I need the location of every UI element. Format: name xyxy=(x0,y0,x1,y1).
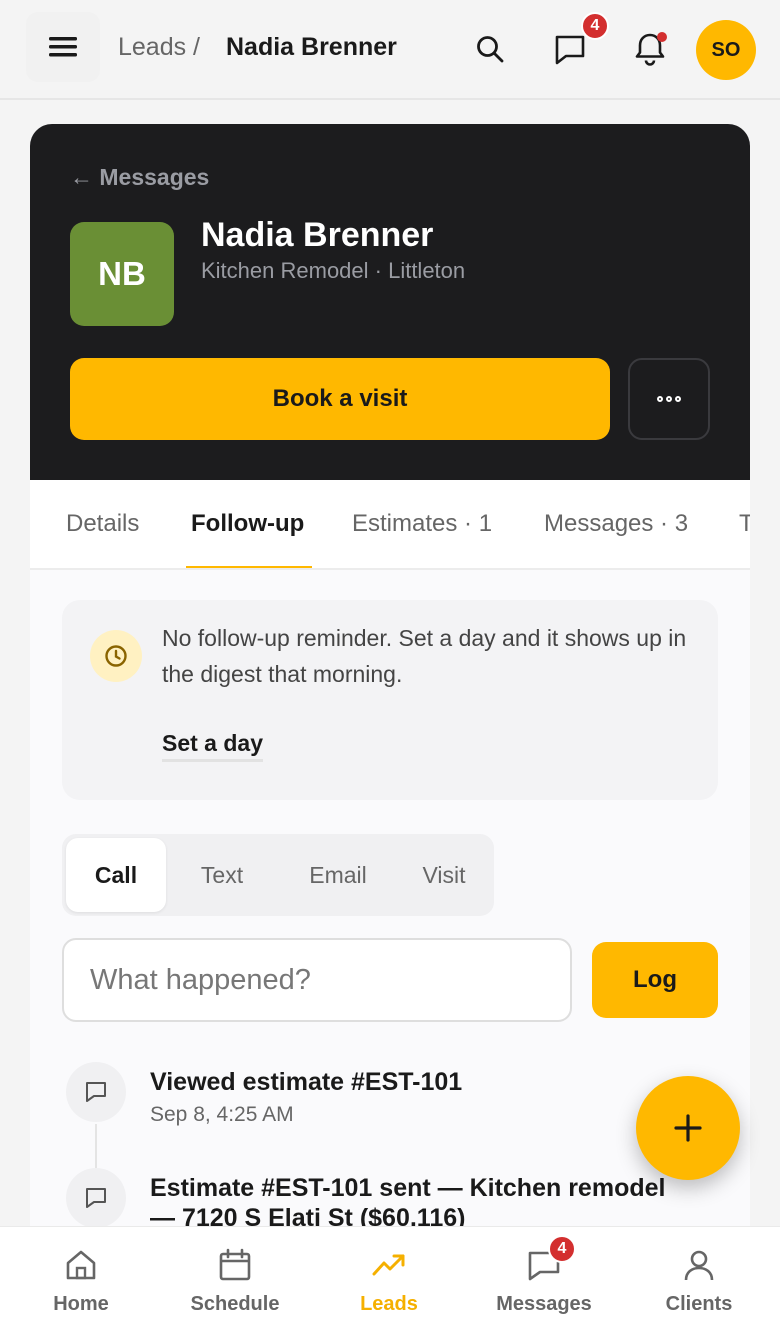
more-dots-icon xyxy=(657,396,681,402)
log-type-text[interactable]: Text xyxy=(172,838,272,912)
nav-messages-label: Messages xyxy=(496,1293,592,1315)
nav-leads[interactable]: Leads xyxy=(311,1227,467,1328)
message-icon xyxy=(86,1082,106,1102)
breadcrumb-current: Nadia Brenner xyxy=(226,33,397,61)
timeline-connector xyxy=(95,1124,97,1174)
lead-subtitle: Kitchen Remodel · Littleton xyxy=(201,258,466,283)
notifications-button[interactable] xyxy=(629,28,671,70)
timeline-item-title: Viewed estimate #EST-101 xyxy=(150,1068,463,1096)
lead-tabs: Details Follow-up Estimates · 1 Messages… xyxy=(30,480,750,570)
hamburger-icon xyxy=(49,37,77,57)
breadcrumb-leads-link[interactable]: Leads / xyxy=(118,33,200,62)
bottom-navigation: Home Schedule Leads 4 Messages Clients xyxy=(0,1226,780,1328)
nav-clients-label: Clients xyxy=(665,1293,733,1315)
search-icon xyxy=(477,36,504,63)
menu-button[interactable] xyxy=(26,12,100,82)
add-activity-fab[interactable] xyxy=(636,1076,740,1180)
nav-home[interactable]: Home xyxy=(3,1227,159,1328)
messages-badge: 4 xyxy=(581,12,609,40)
log-type-call[interactable]: Call xyxy=(66,838,166,912)
reminder-message: No follow-up reminder. Set a day and it … xyxy=(162,625,687,687)
tab-overflow[interactable]: T xyxy=(739,510,750,538)
lead-avatar: NB xyxy=(70,222,174,326)
chat-icon xyxy=(555,35,585,65)
plus-icon xyxy=(674,1114,702,1142)
more-actions-button[interactable] xyxy=(628,358,710,440)
log-type-email[interactable]: Email xyxy=(282,838,394,912)
timeline-item-title: Estimate #EST-101 sent — Kitchen remodel xyxy=(150,1174,666,1202)
timeline-item-icon xyxy=(66,1168,126,1228)
trending-up-icon xyxy=(372,1254,405,1276)
back-to-messages-link[interactable]: ← Messages xyxy=(70,164,209,191)
log-button[interactable]: Log xyxy=(592,942,718,1018)
message-icon xyxy=(86,1188,106,1208)
timeline-item-time: Sep 8, 4:25 AM xyxy=(150,1103,294,1126)
clock-icon xyxy=(105,645,127,667)
nav-schedule[interactable]: Schedule xyxy=(157,1227,313,1328)
search-button[interactable] xyxy=(469,28,511,70)
tab-messages[interactable]: Messages · 3 xyxy=(544,510,688,538)
lead-header: ← Messages NB Nadia Brenner Kitchen Remo… xyxy=(30,124,750,480)
log-type-selector: Call Text Email Visit xyxy=(62,834,494,916)
log-type-visit[interactable]: Visit xyxy=(398,838,490,912)
tab-estimates[interactable]: Estimates · 1 xyxy=(352,510,492,538)
lead-name: Nadia Brenner xyxy=(201,216,434,254)
notification-dot xyxy=(657,32,667,42)
tab-details[interactable]: Details xyxy=(66,510,139,538)
active-tab-indicator xyxy=(186,566,312,568)
person-icon xyxy=(684,1250,714,1281)
nav-clients[interactable]: Clients xyxy=(621,1227,777,1328)
activity-note-input[interactable] xyxy=(62,938,572,1022)
follow-up-reminder-panel: No follow-up reminder. Set a day and it … xyxy=(62,600,718,800)
nav-schedule-label: Schedule xyxy=(190,1293,280,1315)
set-a-day-link[interactable]: Set a day xyxy=(162,730,263,762)
top-app-bar: Leads / Nadia Brenner 4 SO xyxy=(0,0,780,100)
book-visit-button[interactable]: Book a visit xyxy=(70,358,610,440)
lead-card: ← Messages NB Nadia Brenner Kitchen Remo… xyxy=(30,124,750,1244)
user-avatar[interactable]: SO xyxy=(696,20,756,80)
clock-icon-wrapper xyxy=(90,630,142,682)
nav-home-label: Home xyxy=(53,1293,109,1315)
timeline-item-icon xyxy=(66,1062,126,1122)
home-icon xyxy=(66,1250,96,1280)
calendar-icon xyxy=(219,1248,251,1281)
nav-messages-badge: 4 xyxy=(548,1235,576,1263)
tab-follow-up[interactable]: Follow-up xyxy=(191,510,304,538)
messages-button[interactable]: 4 xyxy=(549,12,609,70)
nav-messages[interactable]: 4 Messages xyxy=(466,1227,622,1328)
nav-leads-label: Leads xyxy=(360,1293,418,1315)
